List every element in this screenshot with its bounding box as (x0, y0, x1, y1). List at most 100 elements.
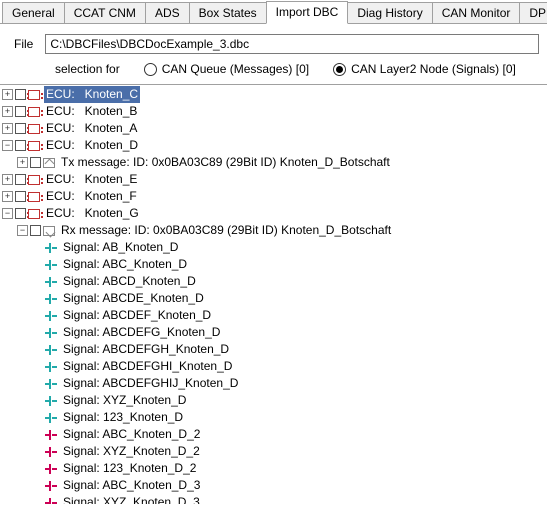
signal-icon (45, 243, 57, 253)
ecu-label: ECU: Knoten_E (44, 171, 139, 188)
expand-icon[interactable]: + (2, 191, 13, 202)
message-label: Rx message: ID: 0x0BA03C89 (29Bit ID) Kn… (59, 222, 393, 239)
signal-node[interactable]: Signal: XYZ_Knoten_D_2 (0, 443, 547, 460)
signal-node[interactable]: Signal: ABCDEFGH_Knoten_D (0, 341, 547, 358)
checkbox[interactable] (15, 174, 26, 185)
signal-label: Signal: 123_Knoten_D (61, 409, 185, 426)
collapse-icon[interactable]: − (2, 140, 13, 151)
signal-icon (45, 413, 57, 423)
radio-label: CAN Queue (Messages) [0] (162, 62, 309, 76)
ecu-label: ECU: Knoten_B (44, 103, 139, 120)
signal-label: Signal: ABCD_Knoten_D (61, 273, 198, 290)
checkbox[interactable] (15, 208, 26, 219)
signal-label: Signal: XYZ_Knoten_D (61, 392, 188, 409)
signal-node[interactable]: Signal: ABC_Knoten_D_3 (0, 477, 547, 494)
ecu-node[interactable]: + ECU: Knoten_C (0, 86, 547, 103)
file-label: File (14, 37, 33, 51)
signal-node[interactable]: Signal: 123_Knoten_D_2 (0, 460, 547, 477)
signal-node[interactable]: Signal: 123_Knoten_D (0, 409, 547, 426)
signal-icon (45, 447, 57, 457)
ecu-label: ECU: Knoten_A (44, 120, 139, 137)
tx-message-node[interactable]: + Tx message: ID: 0x0BA03C89 (29Bit ID) K… (0, 154, 547, 171)
signal-node[interactable]: Signal: ABCDEFG_Knoten_D (0, 324, 547, 341)
signal-label: Signal: ABCDE_Knoten_D (61, 290, 206, 307)
signal-node[interactable]: Signal: ABCDEFGHI_Knoten_D (0, 358, 547, 375)
ecu-icon (28, 141, 40, 151)
ecu-icon (28, 192, 40, 202)
checkbox[interactable] (15, 140, 26, 151)
tab-general[interactable]: General (2, 2, 65, 23)
checkbox[interactable] (15, 89, 26, 100)
signal-icon (45, 481, 57, 491)
ecu-node[interactable]: + ECU: Knoten_A (0, 120, 547, 137)
signal-icon (45, 328, 57, 338)
tab-box-states[interactable]: Box States (189, 2, 267, 23)
signal-label: Signal: ABC_Knoten_D_3 (61, 477, 202, 494)
signal-label: Signal: XYZ_Knoten_D_3 (61, 494, 202, 504)
radio-can-layer2[interactable]: CAN Layer2 Node (Signals) [0] (333, 62, 516, 76)
tab-ads[interactable]: ADS (145, 2, 190, 23)
expand-icon[interactable]: + (17, 157, 28, 168)
signal-icon (45, 277, 57, 287)
signal-label: Signal: XYZ_Knoten_D_2 (61, 443, 202, 460)
signal-node[interactable]: Signal: XYZ_Knoten_D (0, 392, 547, 409)
tab-import-dbc[interactable]: Import DBC (266, 1, 349, 24)
signal-icon (45, 345, 57, 355)
signal-label: Signal: ABCDEFG_Knoten_D (61, 324, 222, 341)
signal-node[interactable]: Signal: XYZ_Knoten_D_3 (0, 494, 547, 504)
tab-can-monitor[interactable]: CAN Monitor (432, 2, 521, 23)
checkbox[interactable] (15, 106, 26, 117)
checkbox[interactable] (15, 191, 26, 202)
radio-label: CAN Layer2 Node (Signals) [0] (351, 62, 516, 76)
radio-can-queue[interactable]: CAN Queue (Messages) [0] (144, 62, 309, 76)
ecu-tree[interactable]: + ECU: Knoten_C + ECU: Knoten_B + ECU: Knoten… (0, 84, 547, 504)
tab-diag-history[interactable]: Diag History (347, 2, 432, 23)
ecu-node[interactable]: + ECU: Knoten_B (0, 103, 547, 120)
collapse-icon[interactable]: − (17, 225, 28, 236)
signal-node[interactable]: Signal: ABC_Knoten_D (0, 256, 547, 273)
expand-icon[interactable]: + (2, 123, 13, 134)
ecu-label: ECU: Knoten_C (44, 86, 140, 103)
radio-icon (144, 63, 157, 76)
signal-node[interactable]: Signal: ABCDEF_Knoten_D (0, 307, 547, 324)
rx-message-icon (43, 226, 55, 236)
ecu-icon (28, 107, 40, 117)
collapse-icon[interactable]: − (2, 208, 13, 219)
ecu-icon (28, 175, 40, 185)
tab-ccat-cnm[interactable]: CCAT CNM (64, 2, 146, 23)
ecu-icon (28, 209, 40, 219)
selection-row: selection for CAN Queue (Messages) [0] C… (0, 58, 547, 84)
message-label: Tx message: ID: 0x0BA03C89 (29Bit ID) Kn… (59, 154, 392, 171)
checkbox[interactable] (30, 157, 41, 168)
checkbox[interactable] (30, 225, 41, 236)
expand-icon[interactable]: + (2, 174, 13, 185)
signal-label: Signal: ABCDEFGHIJ_Knoten_D (61, 375, 240, 392)
file-path-input[interactable] (45, 34, 539, 54)
signal-icon (45, 498, 57, 505)
ecu-node[interactable]: + ECU: Knoten_E (0, 171, 547, 188)
expand-icon[interactable]: + (2, 106, 13, 117)
signal-node[interactable]: Signal: AB_Knoten_D (0, 239, 547, 256)
tab-bar: GeneralCCAT CNMADSBox StatesImport DBCDi… (0, 0, 547, 24)
ecu-label: ECU: Knoten_G (44, 205, 141, 222)
signal-node[interactable]: Signal: ABCDEFGHIJ_Knoten_D (0, 375, 547, 392)
signal-label: Signal: AB_Knoten_D (61, 239, 180, 256)
ecu-node[interactable]: −ECU: Knoten_D (0, 137, 547, 154)
tx-message-icon (43, 158, 55, 168)
file-row: File (0, 24, 547, 58)
signal-node[interactable]: Signal: ABCDE_Knoten_D (0, 290, 547, 307)
signal-icon (45, 396, 57, 406)
signal-label: Signal: ABC_Knoten_D (61, 256, 189, 273)
expand-icon[interactable]: + (2, 89, 13, 100)
signal-node[interactable]: Signal: ABC_Knoten_D_2 (0, 426, 547, 443)
ecu-label: ECU: Knoten_F (44, 188, 139, 205)
ecu-node[interactable]: − ECU: Knoten_G (0, 205, 547, 222)
ecu-node[interactable]: + ECU: Knoten_F (0, 188, 547, 205)
signal-label: Signal: ABCDEFGHI_Knoten_D (61, 358, 234, 375)
ecu-icon (28, 124, 40, 134)
tab-dpram-online-[interactable]: DPRAM (Online) (519, 2, 547, 23)
checkbox[interactable] (15, 123, 26, 134)
signal-node[interactable]: Signal: ABCD_Knoten_D (0, 273, 547, 290)
signal-icon (45, 311, 57, 321)
rx-message-node[interactable]: − Rx message: ID: 0x0BA03C89 (29Bit ID) K… (0, 222, 547, 239)
